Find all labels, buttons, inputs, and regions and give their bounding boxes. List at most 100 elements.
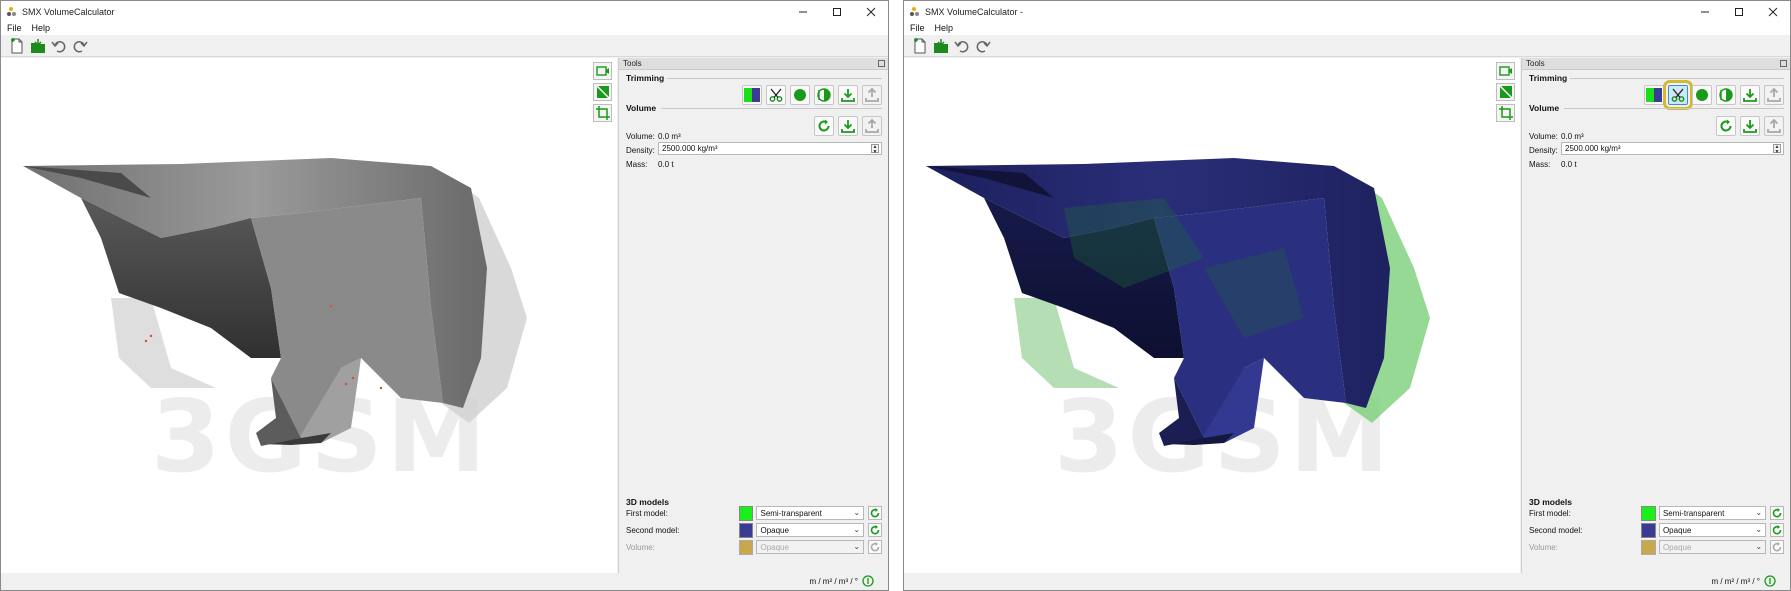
filled-circle-icon xyxy=(794,89,806,101)
menu-bar: File Help xyxy=(1,21,888,35)
trim-circle-button[interactable] xyxy=(1692,85,1712,105)
redo-button[interactable] xyxy=(973,37,993,55)
minimize-button[interactable] xyxy=(786,1,820,22)
trimming-divider xyxy=(1570,78,1784,79)
first-model-color-swatch[interactable] xyxy=(1641,505,1656,521)
refresh-icon xyxy=(1772,542,1782,552)
tools-panel: Tools Trimming Volume Volume: 0.0 m³ Den… xyxy=(618,58,888,575)
close-button[interactable] xyxy=(1756,1,1790,22)
rock-surface-model[interactable] xyxy=(1,58,617,575)
compute-volume-button[interactable] xyxy=(814,116,834,136)
view-camera-button[interactable] xyxy=(593,62,612,80)
trim-half-button[interactable] xyxy=(1716,85,1736,105)
undo-button[interactable] xyxy=(952,37,972,55)
trimming-section-title: Trimming xyxy=(626,73,665,83)
undock-panel-button[interactable] xyxy=(1780,60,1787,67)
open-project-button[interactable] xyxy=(931,37,951,55)
density-spinner[interactable]: ▲ ▼ xyxy=(871,144,879,154)
download-icon xyxy=(841,89,855,102)
window-right: SMX VolumeCalculator - File Help 3GSM xyxy=(903,0,1791,591)
second-model-reload-button[interactable] xyxy=(1770,523,1784,537)
trim-save-button[interactable] xyxy=(1740,85,1760,105)
model-split-button[interactable] xyxy=(1644,85,1664,105)
trim-scissors-button[interactable] xyxy=(766,85,786,105)
app-logo-icon xyxy=(7,7,16,16)
volume-label: Volume: xyxy=(1529,132,1558,141)
volume-model-display-value: Opaque xyxy=(1662,542,1692,552)
trimming-divider xyxy=(667,78,882,79)
maximize-button[interactable] xyxy=(1722,1,1756,22)
upload-icon xyxy=(865,119,879,133)
undock-panel-button[interactable] xyxy=(878,60,885,67)
chevron-down-icon: ⌄ xyxy=(853,525,861,534)
volume-export-button[interactable] xyxy=(1764,116,1784,136)
title-bar[interactable]: SMX VolumeCalculator - xyxy=(904,1,1790,22)
3d-viewport[interactable]: 3GSM xyxy=(1,58,617,575)
first-model-display-select[interactable]: Semi-transparent ⌄ xyxy=(1658,506,1767,520)
maximize-button[interactable] xyxy=(820,1,854,22)
3d-viewport[interactable]: 3GSM xyxy=(904,58,1520,575)
first-model-color-swatch[interactable] xyxy=(738,505,754,521)
volume-save-button[interactable] xyxy=(838,116,858,136)
menu-help[interactable]: Help xyxy=(935,23,954,33)
undo-button[interactable] xyxy=(49,37,69,55)
upload-icon xyxy=(1767,119,1781,133)
view-crop-button[interactable] xyxy=(593,104,612,122)
mass-label: Mass: xyxy=(626,160,648,169)
view-section-button[interactable] xyxy=(593,83,612,101)
first-model-row: First model: Semi-transparent ⌄ xyxy=(626,505,883,521)
open-project-button[interactable] xyxy=(28,37,48,55)
density-value: 2500.000 kg/m³ xyxy=(1565,144,1621,153)
view-camera-button[interactable] xyxy=(1496,62,1515,80)
trim-export-button[interactable] xyxy=(862,85,882,105)
tools-panel-header: Tools xyxy=(619,58,888,70)
volume-export-button[interactable] xyxy=(862,116,882,136)
second-model-display-select[interactable]: Opaque ⌄ xyxy=(756,523,865,537)
trim-export-button[interactable] xyxy=(1764,85,1784,105)
second-model-reload-button[interactable] xyxy=(868,523,883,537)
menu-file[interactable]: File xyxy=(7,23,22,33)
volume-section-title: Volume xyxy=(626,103,657,113)
first-model-reload-button[interactable] xyxy=(868,506,883,520)
menu-file[interactable]: File xyxy=(910,23,925,33)
rock-surface-model[interactable] xyxy=(904,58,1520,575)
second-model-display-value: Opaque xyxy=(1662,525,1692,535)
second-model-display-select[interactable]: Opaque ⌄ xyxy=(1658,523,1767,537)
trimming-buttons xyxy=(1644,80,1784,110)
view-section-button[interactable] xyxy=(1496,83,1515,101)
trim-save-button[interactable] xyxy=(838,85,858,105)
plane-section-icon xyxy=(595,85,610,99)
minimize-button[interactable] xyxy=(1688,1,1722,22)
new-project-button[interactable] xyxy=(7,37,27,55)
close-button[interactable] xyxy=(854,1,888,22)
density-input[interactable]: 2500.000 kg/m³ ▲ ▼ xyxy=(1561,142,1784,155)
density-spinner[interactable]: ▲ ▼ xyxy=(1773,144,1781,154)
density-label: Density: xyxy=(626,146,655,155)
compute-volume-button[interactable] xyxy=(1716,116,1736,136)
half-circle-icon xyxy=(817,88,831,102)
trim-scissors-button[interactable] xyxy=(1663,80,1693,110)
menu-help[interactable]: Help xyxy=(32,23,51,33)
density-input[interactable]: 2500.000 kg/m³ ▲ ▼ xyxy=(658,142,882,155)
mass-readout: Mass: 0.0 t xyxy=(1529,160,1577,169)
first-model-display-select[interactable]: Semi-transparent ⌄ xyxy=(756,506,865,520)
status-info-icon[interactable] xyxy=(862,575,874,587)
title-bar[interactable]: SMX VolumeCalculator xyxy=(1,1,888,22)
view-crop-button[interactable] xyxy=(1496,104,1515,122)
model-split-button[interactable] xyxy=(742,85,762,105)
second-model-label: Second model: xyxy=(626,525,680,535)
status-info-icon[interactable] xyxy=(1764,575,1776,587)
volume-model-color-swatch xyxy=(1641,539,1656,555)
scissors-icon xyxy=(769,88,783,102)
volume-save-button[interactable] xyxy=(1740,116,1760,136)
new-project-button[interactable] xyxy=(910,37,930,55)
second-model-color-swatch[interactable] xyxy=(1641,522,1656,538)
trim-half-button[interactable] xyxy=(814,85,834,105)
window-title: SMX VolumeCalculator xyxy=(22,6,115,17)
redo-button[interactable] xyxy=(70,37,90,55)
trim-circle-button[interactable] xyxy=(790,85,810,105)
first-model-reload-button[interactable] xyxy=(1770,506,1784,520)
volume-buttons xyxy=(814,116,882,136)
second-model-label: Second model: xyxy=(1529,525,1583,535)
second-model-color-swatch[interactable] xyxy=(738,522,754,538)
